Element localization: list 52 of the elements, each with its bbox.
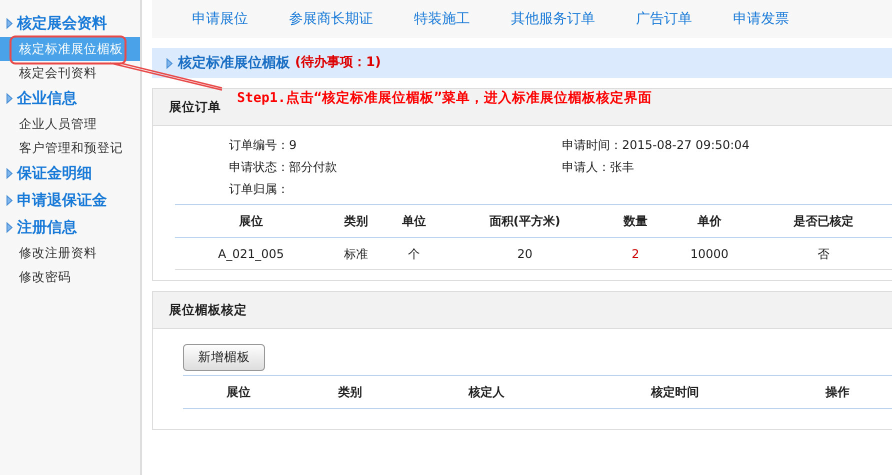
triangle-icon xyxy=(6,18,13,29)
table-cell: 2 xyxy=(606,238,665,270)
field-text: 申请人：张丰 xyxy=(562,159,635,176)
triangle-icon xyxy=(6,168,13,179)
column-header: 核定人 xyxy=(405,375,568,408)
annotation-text: Step1.点击“核定标准展位楣板”菜单，进入标准展位楣板核定界面 xyxy=(237,89,652,108)
table-cell: A_021_005 xyxy=(175,238,328,270)
sidebar-item[interactable]: 企业人员管理 xyxy=(0,112,140,136)
sidebar-item[interactable]: 核定标准展位楣板 xyxy=(0,37,140,61)
column-header: 核定时间 xyxy=(568,375,782,408)
column-header: 数量 xyxy=(606,204,665,238)
add-fascia-button[interactable]: 新增楣板 xyxy=(183,344,265,371)
sidebar-group-title[interactable]: 申请退保证金 xyxy=(17,189,107,212)
column-header: 操作 xyxy=(782,375,892,408)
sidebar-item[interactable]: 修改密码 xyxy=(0,265,140,289)
todo-count: (待办事项：1) xyxy=(295,54,381,72)
column-header: 面积(平方米) xyxy=(443,204,606,238)
sidebar-group-title[interactable]: 企业信息 xyxy=(17,87,77,110)
column-header: 类别 xyxy=(294,375,406,408)
column-header: 展位 xyxy=(175,204,328,238)
triangle-icon xyxy=(6,222,13,233)
table-cell: 20 xyxy=(443,238,606,270)
field-text: 订单归属： xyxy=(229,181,290,198)
nav-link[interactable]: 其他服务订单 xyxy=(511,8,595,30)
triangle-icon xyxy=(6,93,13,104)
column-header: 展位 xyxy=(183,375,294,408)
table-cell: 否 xyxy=(754,238,892,270)
nav-link[interactable]: 参展商长期证 xyxy=(289,8,373,30)
field-text: 订单编号：9 xyxy=(229,137,298,154)
column-header: 类别 xyxy=(327,204,386,238)
table-cell: 10000 xyxy=(664,238,754,270)
table-cell: 标准 xyxy=(327,238,386,270)
sidebar-group-title[interactable]: 保证金明细 xyxy=(17,162,92,185)
field-text: 申请状态：部分付款 xyxy=(229,159,338,176)
nav-link[interactable]: 特装施工 xyxy=(414,8,470,30)
column-header: 单价 xyxy=(664,204,754,238)
column-header: 是否已核定 xyxy=(754,204,892,238)
table-cell: 个 xyxy=(385,238,444,270)
sidebar-item[interactable]: 核定会刊资料 xyxy=(0,61,140,85)
nav-link[interactable]: 申请发票 xyxy=(733,8,789,30)
triangle-icon xyxy=(6,195,13,206)
sidebar-item[interactable]: 客户管理和预登记 xyxy=(0,136,140,160)
sidebar-group-title[interactable]: 注册信息 xyxy=(17,216,77,239)
sidebar-group-title[interactable]: 核定展会资料 xyxy=(17,12,107,35)
nav-link[interactable]: 申请展位 xyxy=(192,8,248,30)
triangle-icon xyxy=(166,58,173,68)
sidebar-item[interactable]: 修改注册资料 xyxy=(0,241,140,265)
field-text: 申请时间：2015-08-27 09:50:04 xyxy=(562,137,750,154)
nav-link[interactable]: 广告订单 xyxy=(636,8,692,30)
panel-title: 展位楣板核定 xyxy=(153,292,892,329)
page-title: 核定标准展位楣板 xyxy=(178,54,290,72)
column-header: 单位 xyxy=(385,204,444,238)
